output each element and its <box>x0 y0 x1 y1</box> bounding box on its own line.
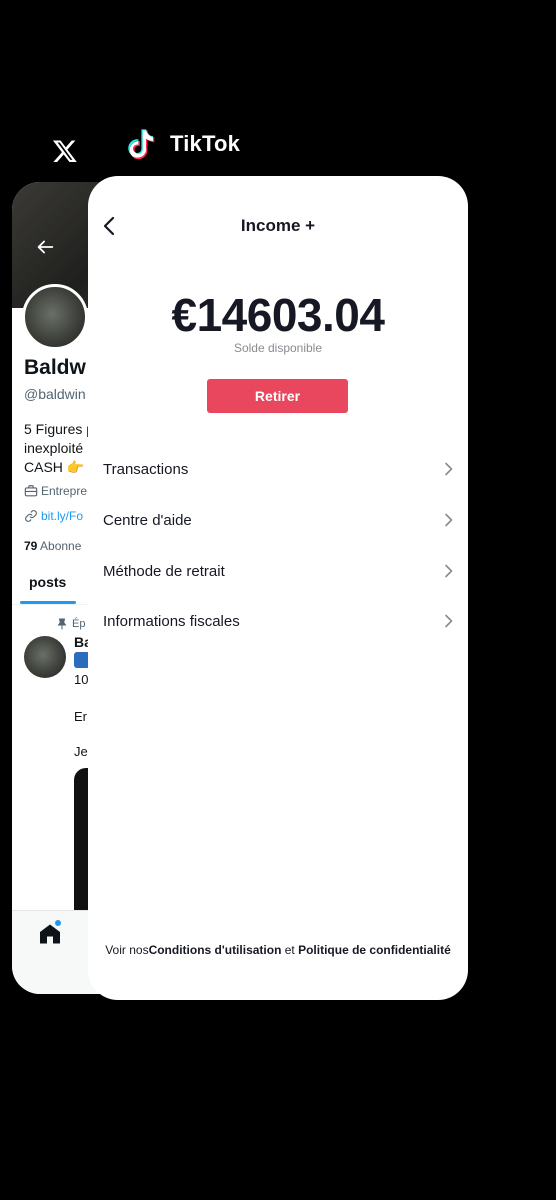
terms-link[interactable]: Conditions d'utilisation <box>149 943 282 957</box>
menu-item-label: Méthode de retrait <box>103 562 225 580</box>
profile-handle: @baldwin <box>24 386 86 402</box>
footer-conjunction: et <box>281 943 299 957</box>
tiktok-app-label[interactable]: TikTok <box>126 128 240 160</box>
balance-amount: €14603.04 <box>171 289 385 341</box>
chevron-right-icon <box>445 513 453 527</box>
briefcase-icon <box>24 485 38 497</box>
menu-item-help-center[interactable]: Centre d'aide <box>88 500 468 540</box>
privacy-link[interactable]: Politique de confidentialité <box>298 943 451 957</box>
withdraw-button[interactable]: Retirer <box>207 379 348 413</box>
job-label: Entrepre <box>41 484 88 498</box>
post-text-line: 10 <box>74 672 89 687</box>
followers-number: 79 <box>24 539 38 553</box>
tiktok-app-card[interactable]: Income + €14603.04 Solde disponible Reti… <box>88 176 468 1000</box>
bio-line: inexploité <box>24 440 84 456</box>
tiktok-logo-icon <box>128 129 155 160</box>
footer-prefix: Voir nos <box>105 943 149 957</box>
followers-count[interactable]: 79 Abonne <box>24 539 81 553</box>
menu-item-label: Centre d'aide <box>103 511 192 529</box>
x-logo-icon <box>52 140 77 163</box>
link-text[interactable]: bit.ly/Fo <box>41 509 83 523</box>
avatar[interactable] <box>22 284 88 350</box>
balance-caption: Solde disponible <box>233 341 323 355</box>
page-title: Income + <box>240 216 316 235</box>
menu-item-tax-info[interactable]: Informations fiscales <box>88 601 468 641</box>
post-text-line: Er <box>74 709 87 724</box>
menu-item-label: Transactions <box>103 460 189 478</box>
legal-footer: Voir nosConditions d'utilisation et Poli… <box>88 943 468 957</box>
pinned-label: Ép <box>56 618 85 630</box>
menu-item-withdrawal-method[interactable]: Méthode de retrait <box>88 551 468 591</box>
profile-name: Baldw <box>24 356 86 379</box>
profile-bio: 5 Figures p inexploité CASH 👉 <box>24 420 94 477</box>
menu-item-transactions[interactable]: Transactions <box>88 449 468 489</box>
chevron-right-icon <box>445 462 453 476</box>
pin-icon <box>57 618 67 630</box>
back-arrow-icon[interactable] <box>34 236 56 258</box>
pinned-text: Ép <box>72 618 86 630</box>
x-app-label[interactable] <box>52 138 78 164</box>
link-icon <box>25 510 37 522</box>
post-avatar[interactable] <box>24 636 66 678</box>
chevron-right-icon <box>445 564 453 578</box>
bio-line: CASH 👉 <box>24 459 85 475</box>
menu-item-label: Informations fiscales <box>103 612 240 630</box>
notification-dot <box>55 920 61 926</box>
tiktok-app-name: TikTok <box>170 131 241 156</box>
profile-link[interactable]: bit.ly/Fo <box>24 509 83 523</box>
profile-job: Entrepre <box>24 484 87 498</box>
bio-line: 5 Figures p <box>24 421 95 437</box>
followers-label: Abonne <box>40 539 82 553</box>
tab-posts[interactable]: posts <box>29 574 66 590</box>
post-text-line: Je <box>74 744 88 759</box>
chevron-right-icon <box>445 614 453 628</box>
